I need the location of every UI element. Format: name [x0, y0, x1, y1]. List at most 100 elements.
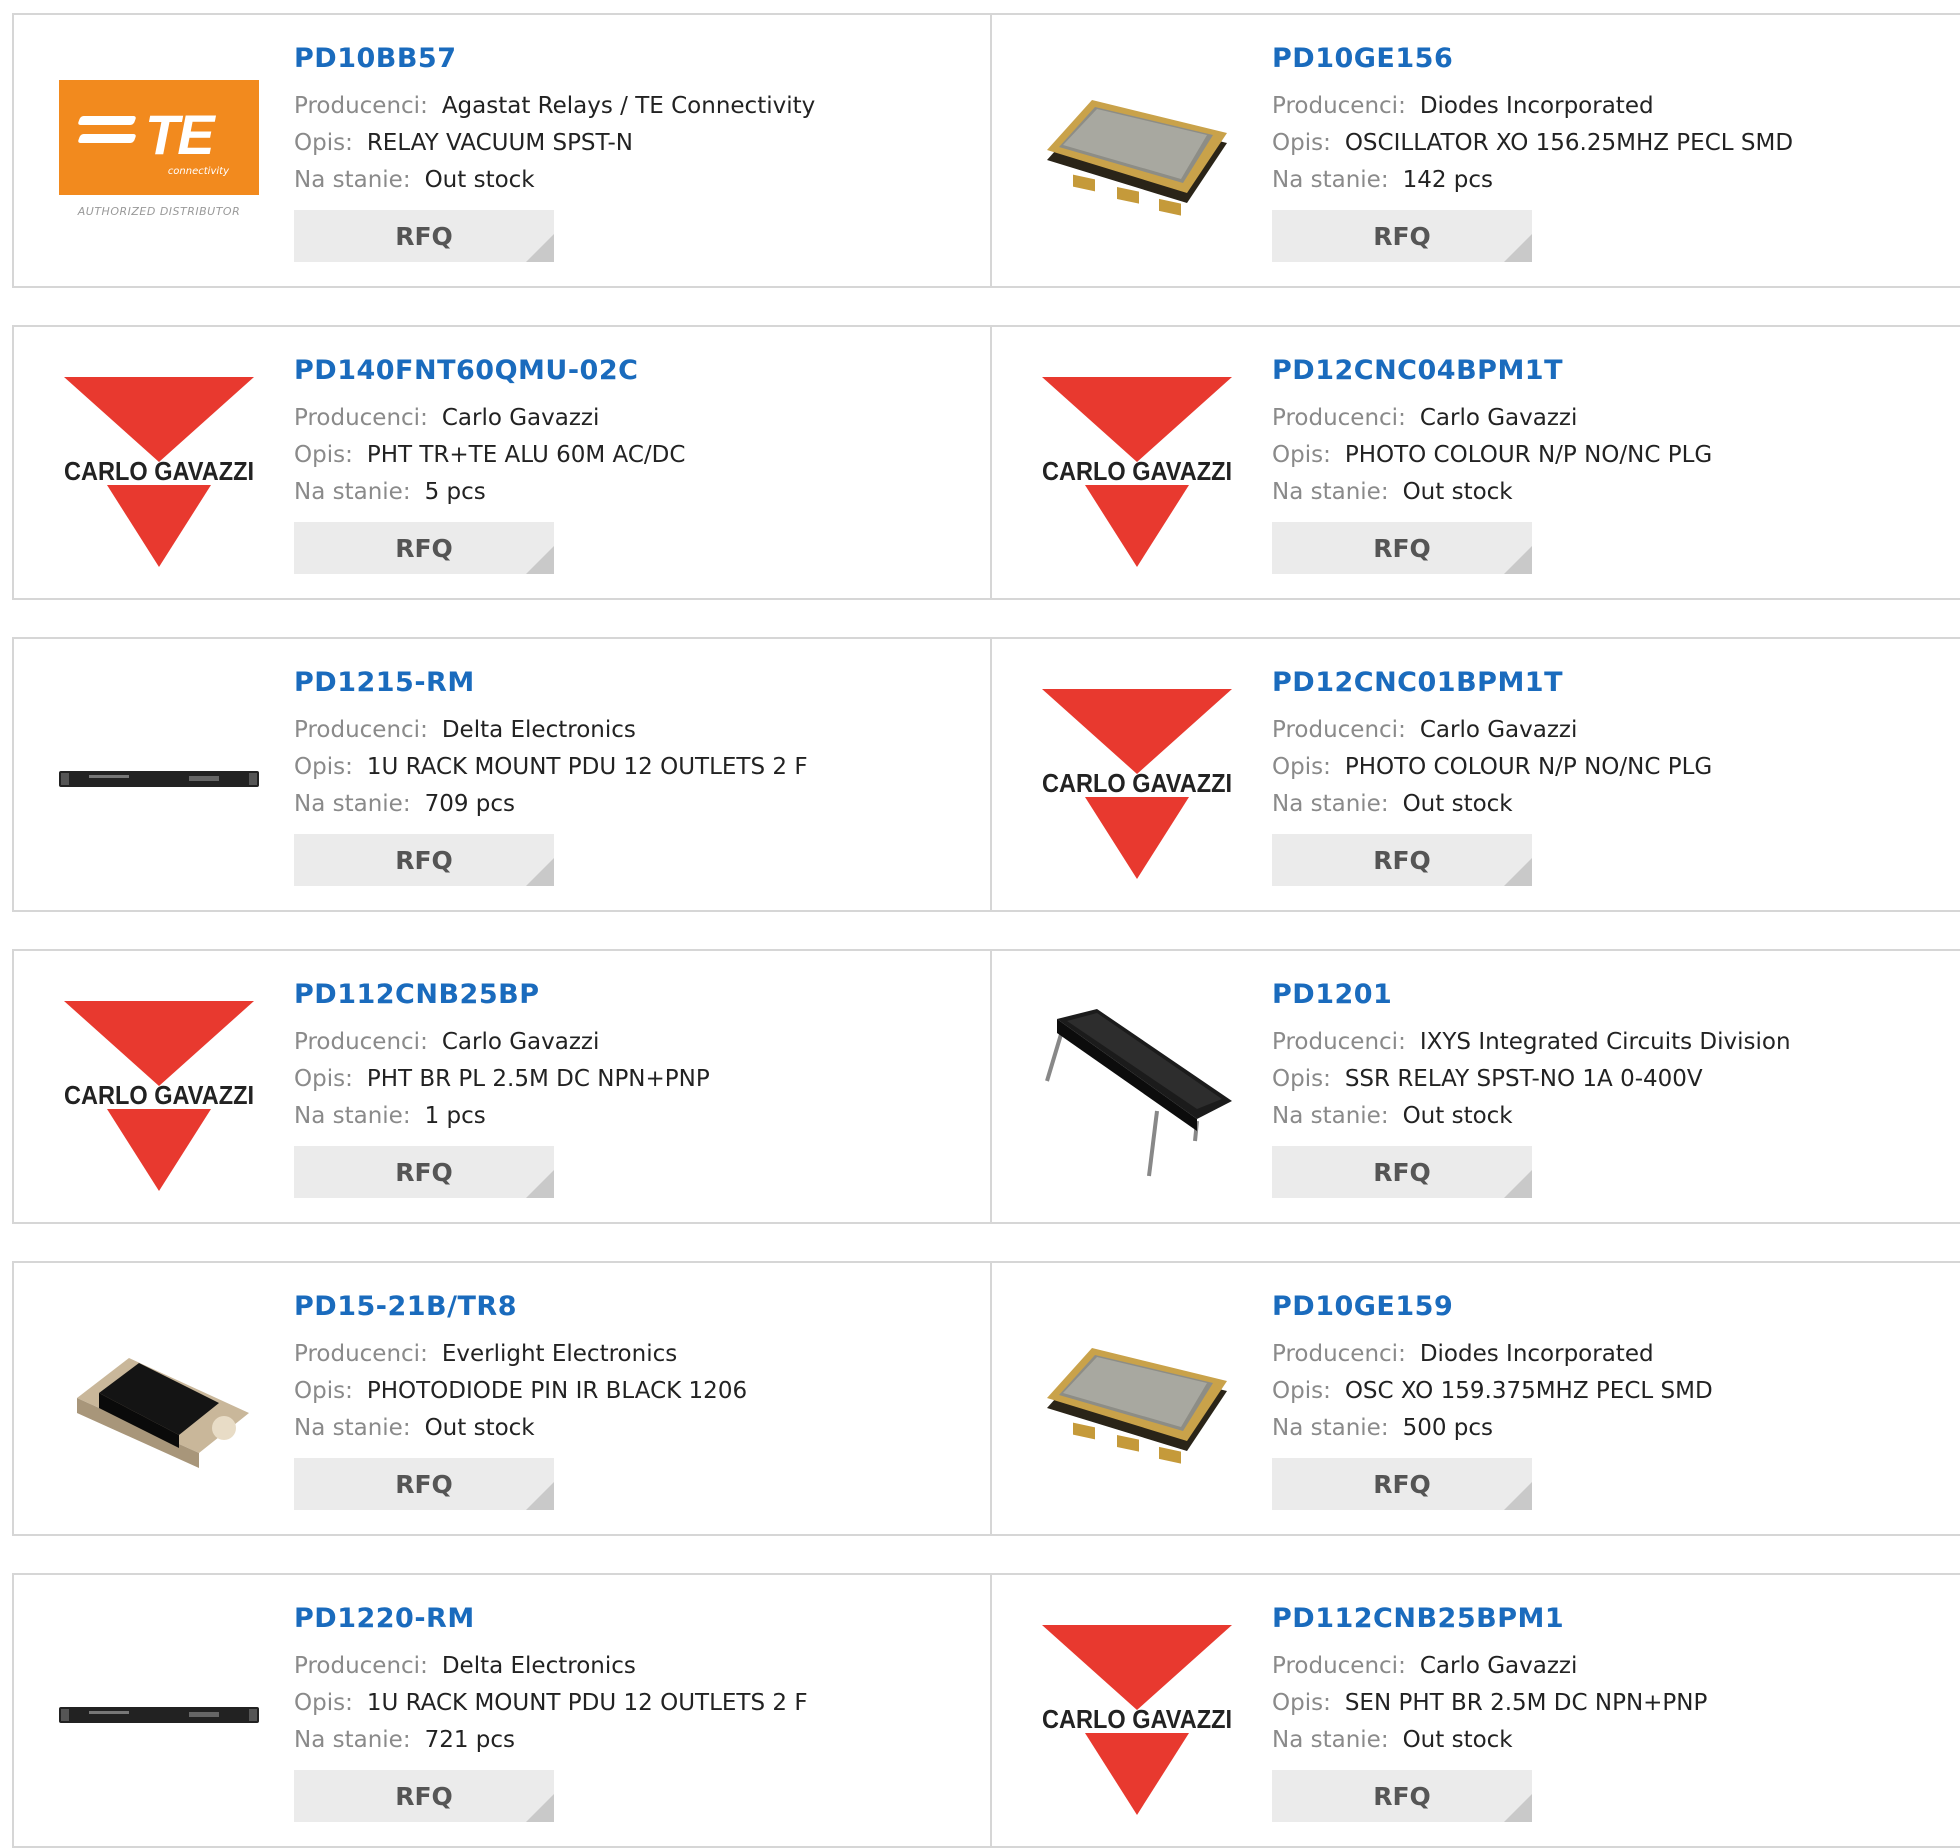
- manufacturer-row: Producenci: Agastat Relays / TE Connectiv…: [294, 88, 980, 125]
- product-info: PD1215-RM Producenci: Delta Electronics O…: [294, 667, 980, 886]
- description-row: Opis: PHOTO COLOUR N/P NO/NC PLG: [1272, 749, 1960, 786]
- stock-value: 709 pcs: [424, 791, 516, 817]
- part-number-link[interactable]: PD10GE159: [1272, 1291, 1960, 1323]
- rfq-button[interactable]: RFQ: [294, 1770, 554, 1822]
- stock-value: 1 pcs: [424, 1103, 486, 1129]
- stock-row: Na stanie: 721 pcs: [294, 1722, 980, 1759]
- stock-row: Na stanie: Out stock: [294, 1410, 980, 1447]
- rfq-button[interactable]: RFQ: [294, 1146, 554, 1198]
- product-info: PD1220-RM Producenci: Delta Electronics O…: [294, 1603, 980, 1822]
- cg-logo-text: CARLO GAVAZZI: [64, 456, 254, 486]
- rack-pdu-image: [59, 1700, 259, 1730]
- stock-label: Na stanie:: [1272, 1415, 1389, 1441]
- description-label: Opis:: [294, 1378, 353, 1404]
- manufacturer-label: Producenci:: [294, 93, 428, 119]
- product-image[interactable]: CARLO GAVAZZI: [1032, 679, 1242, 879]
- product-image[interactable]: [1032, 1303, 1242, 1503]
- part-number-link[interactable]: PD1215-RM: [294, 667, 980, 699]
- product-info: PD10BB57 Producenci: Agastat Relays / TE …: [294, 43, 980, 262]
- cg-logo-text: CARLO GAVAZZI: [1042, 456, 1232, 486]
- product-image[interactable]: TE connectivity AUTHORIZED DISTRIBUTOR: [54, 55, 264, 255]
- product-info: PD1201 Producenci: IXYS Integrated Circui…: [1272, 979, 1960, 1198]
- description-value: PHT BR PL 2.5M DC NPN+PNP: [366, 1066, 710, 1092]
- stock-row: Na stanie: 1 pcs: [294, 1098, 980, 1135]
- rfq-button[interactable]: RFQ: [1272, 1770, 1532, 1822]
- rfq-button[interactable]: RFQ: [1272, 1146, 1532, 1198]
- description-label: Opis:: [1272, 1378, 1331, 1404]
- manufacturer-label: Producenci:: [1272, 1029, 1406, 1055]
- photodiode-image: [59, 1303, 259, 1503]
- rfq-button[interactable]: RFQ: [294, 1458, 554, 1510]
- rfq-button[interactable]: RFQ: [1272, 1458, 1532, 1510]
- manufacturer-row: Producenci: Carlo Gavazzi: [1272, 712, 1960, 749]
- product-image[interactable]: [1032, 991, 1242, 1191]
- product-info: PD15-21B/TR8 Producenci: Everlight Electr…: [294, 1291, 980, 1510]
- manufacturer-value: Diodes Incorporated: [1419, 1341, 1654, 1367]
- product-info: PD140FNT60QMU-02C Producenci: Carlo Gavaz…: [294, 355, 980, 574]
- part-number-link[interactable]: PD15-21B/TR8: [294, 1291, 980, 1323]
- part-number-link[interactable]: PD1201: [1272, 979, 1960, 1011]
- product-card: PD15-21B/TR8 Producenci: Everlight Electr…: [12, 1261, 992, 1536]
- description-row: Opis: SEN PHT BR 2.5M DC NPN+PNP: [1272, 1685, 1960, 1722]
- stock-label: Na stanie:: [1272, 167, 1389, 193]
- rfq-button[interactable]: RFQ: [294, 210, 554, 262]
- te-logo-subtitle: connectivity: [167, 166, 229, 177]
- rfq-button[interactable]: RFQ: [294, 522, 554, 574]
- cg-upper-triangle: [1042, 377, 1232, 462]
- description-value: PHOTO COLOUR N/P NO/NC PLG: [1344, 754, 1713, 780]
- stock-label: Na stanie:: [294, 791, 411, 817]
- part-number-link[interactable]: PD10GE156: [1272, 43, 1960, 75]
- manufacturer-value: IXYS Integrated Circuits Division: [1419, 1029, 1791, 1055]
- stock-label: Na stanie:: [1272, 479, 1389, 505]
- manufacturer-row: Producenci: Carlo Gavazzi: [294, 1024, 980, 1061]
- description-label: Opis:: [1272, 1066, 1331, 1092]
- manufacturer-value: Carlo Gavazzi: [1419, 405, 1578, 431]
- manufacturer-value: Diodes Incorporated: [1419, 93, 1654, 119]
- description-row: Opis: 1U RACK MOUNT PDU 12 OUTLETS 2 F: [294, 1685, 980, 1722]
- product-card: CARLO GAVAZZI PD112CNB25BP Producenci: Ca…: [12, 949, 992, 1224]
- part-number-link[interactable]: PD140FNT60QMU-02C: [294, 355, 980, 387]
- product-image[interactable]: CARLO GAVAZZI: [1032, 367, 1242, 567]
- rfq-button[interactable]: RFQ: [1272, 834, 1532, 886]
- cg-logo-text: CARLO GAVAZZI: [1042, 1704, 1232, 1734]
- product-image[interactable]: CARLO GAVAZZI: [54, 991, 264, 1191]
- product-image[interactable]: [54, 1615, 264, 1815]
- product-card: PD1215-RM Producenci: Delta Electronics O…: [12, 637, 992, 912]
- cg-upper-triangle: [1042, 689, 1232, 774]
- part-number-link[interactable]: PD112CNB25BP: [294, 979, 980, 1011]
- product-image[interactable]: CARLO GAVAZZI: [1032, 1615, 1242, 1815]
- description-label: Opis:: [1272, 1690, 1331, 1716]
- part-number-link[interactable]: PD1220-RM: [294, 1603, 980, 1635]
- oscillator-chip-image: [1037, 55, 1237, 255]
- product-image[interactable]: [54, 679, 264, 879]
- description-value: 1U RACK MOUNT PDU 12 OUTLETS 2 F: [366, 1690, 808, 1716]
- description-value: SSR RELAY SPST-NO 1A 0-400V: [1344, 1066, 1703, 1092]
- manufacturer-value: Agastat Relays / TE Connectivity: [441, 93, 816, 119]
- manufacturer-row: Producenci: Delta Electronics: [294, 1648, 980, 1685]
- cg-lower-triangle: [107, 1109, 211, 1191]
- manufacturer-label: Producenci:: [294, 405, 428, 431]
- product-info: PD112CNB25BP Producenci: Carlo Gavazzi Op…: [294, 979, 980, 1198]
- rfq-button[interactable]: RFQ: [294, 834, 554, 886]
- part-number-link[interactable]: PD12CNC04BPM1T: [1272, 355, 1960, 387]
- rfq-button[interactable]: RFQ: [1272, 210, 1532, 262]
- description-label: Opis:: [294, 754, 353, 780]
- stock-value: Out stock: [424, 167, 535, 193]
- manufacturer-label: Producenci:: [1272, 405, 1406, 431]
- description-label: Opis:: [294, 130, 353, 156]
- product-image[interactable]: CARLO GAVAZZI: [54, 367, 264, 567]
- product-image[interactable]: [1032, 55, 1242, 255]
- manufacturer-label: Producenci:: [1272, 1653, 1406, 1679]
- part-number-link[interactable]: PD12CNC01BPM1T: [1272, 667, 1960, 699]
- description-row: Opis: SSR RELAY SPST-NO 1A 0-400V: [1272, 1061, 1960, 1098]
- stock-label: Na stanie:: [1272, 1103, 1389, 1129]
- part-number-link[interactable]: PD112CNB25BPM1: [1272, 1603, 1960, 1635]
- rfq-button[interactable]: RFQ: [1272, 522, 1532, 574]
- stock-row: Na stanie: Out stock: [1272, 1098, 1960, 1135]
- product-image[interactable]: [54, 1303, 264, 1503]
- description-row: Opis: OSCILLATOR XO 156.25MHZ PECL SMD: [1272, 125, 1960, 162]
- manufacturer-value: Everlight Electronics: [441, 1341, 678, 1367]
- description-value: SEN PHT BR 2.5M DC NPN+PNP: [1344, 1690, 1708, 1716]
- manufacturer-row: Producenci: Diodes Incorporated: [1272, 1336, 1960, 1373]
- part-number-link[interactable]: PD10BB57: [294, 43, 980, 75]
